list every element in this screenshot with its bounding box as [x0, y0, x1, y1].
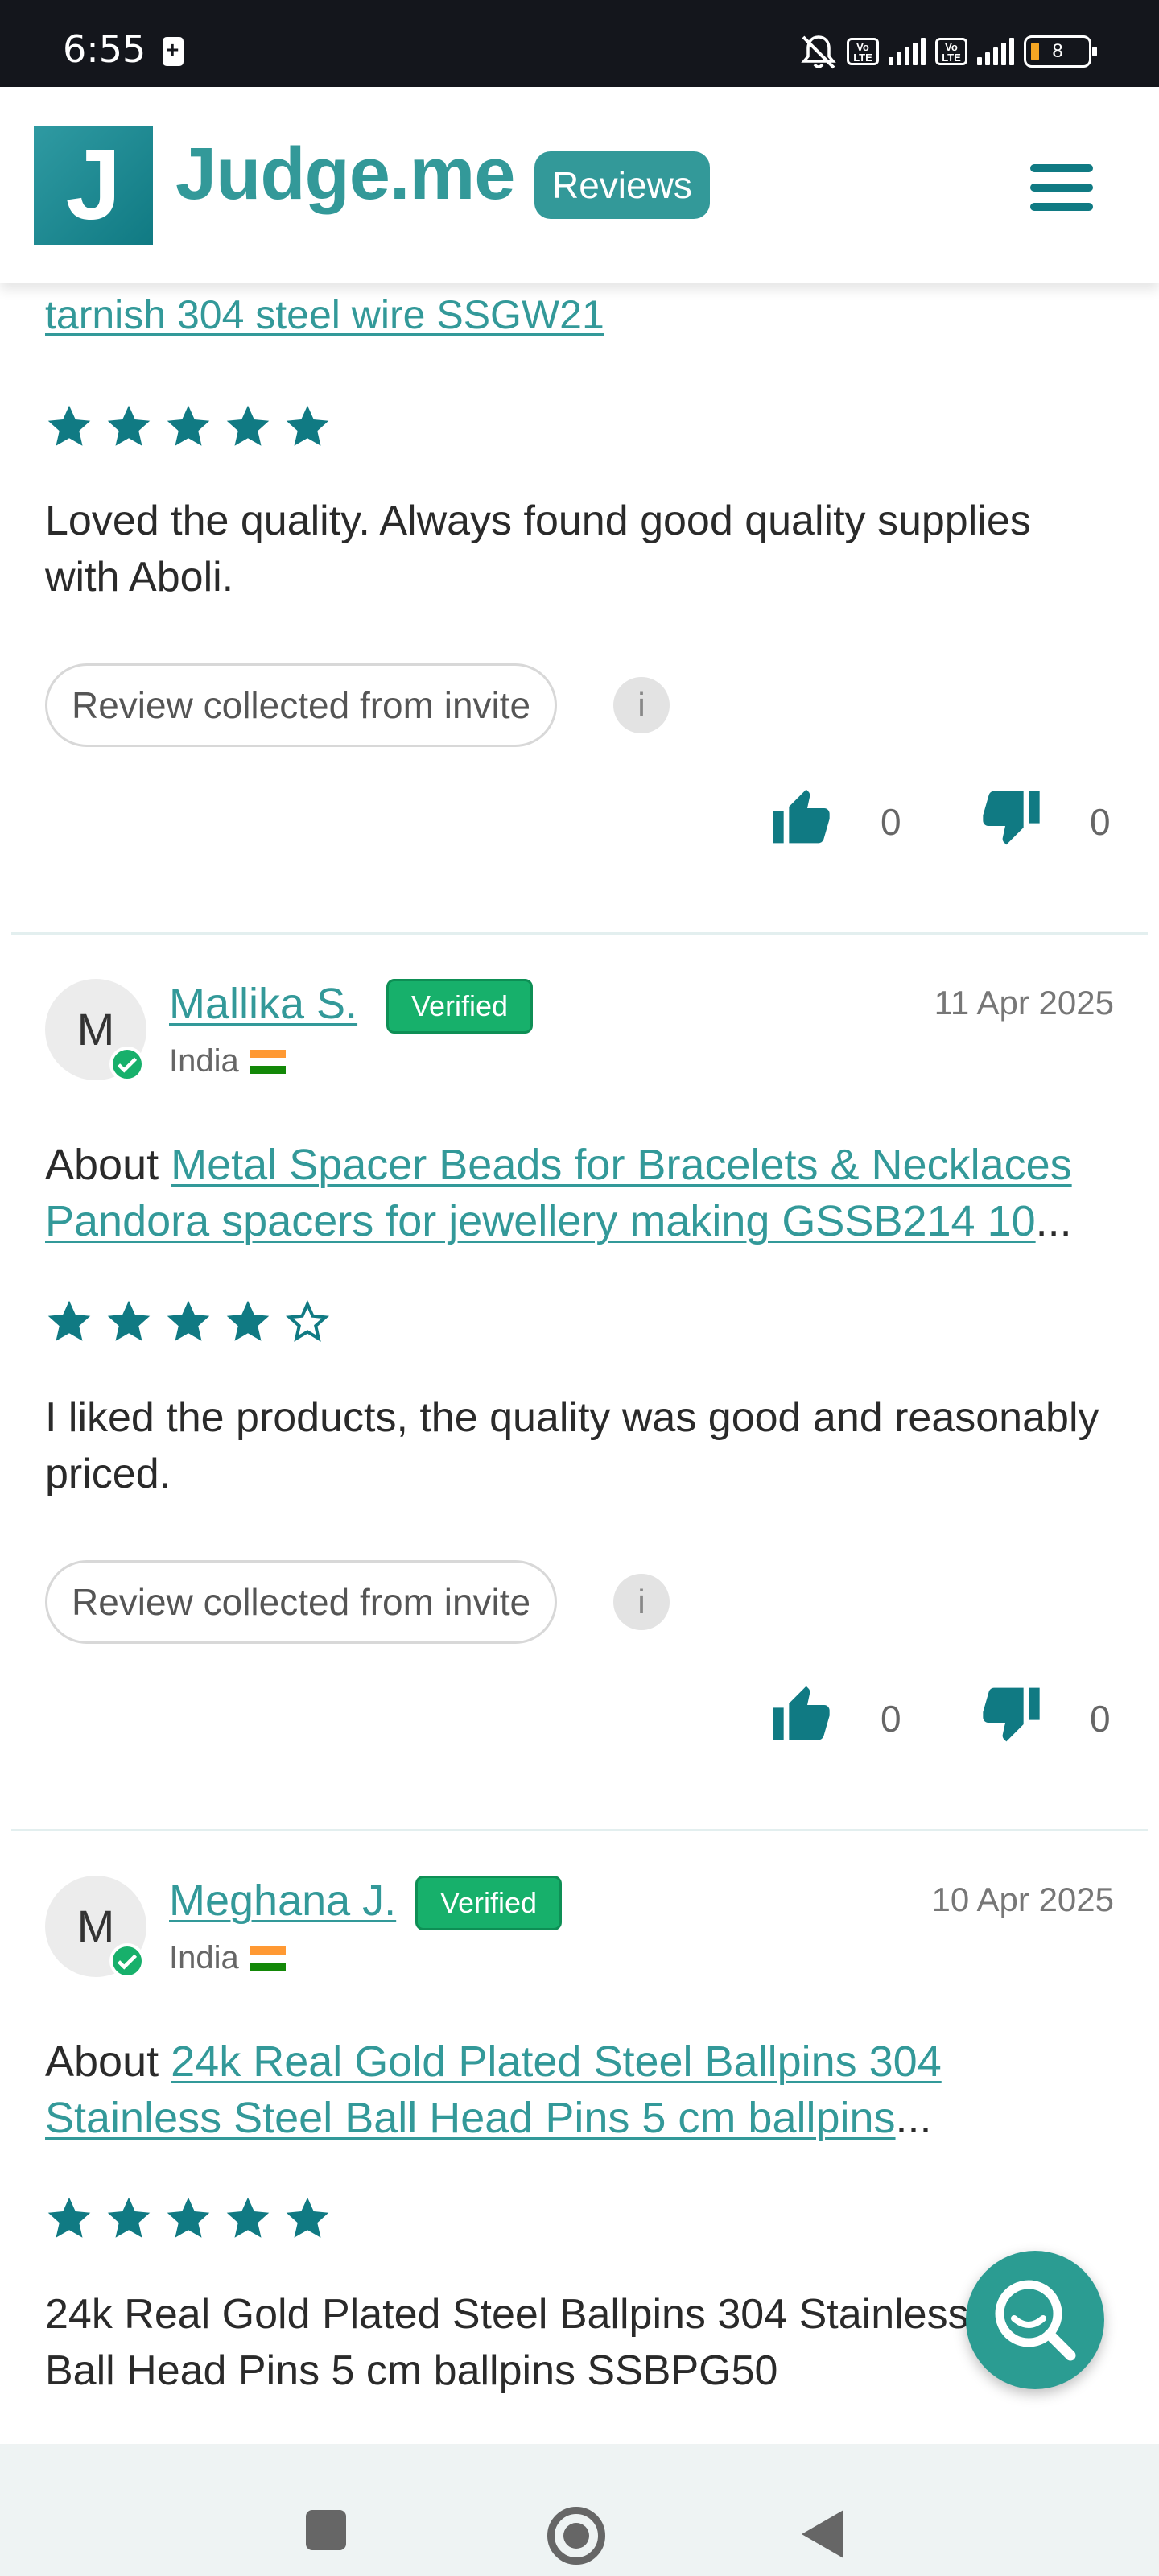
- reviewer-name[interactable]: Mallika S.: [169, 979, 357, 1029]
- thumbs-down-icon[interactable]: [975, 1682, 1045, 1747]
- signal-4g-icon: [889, 38, 926, 65]
- star-full-icon: [107, 405, 151, 446]
- verified-check-icon: [109, 1943, 145, 1979]
- back-triangle-icon[interactable]: [802, 2510, 843, 2558]
- star-rating: [45, 1298, 332, 1346]
- status-icons: Vo LTE Vo LTE 8: [800, 32, 1097, 71]
- status-time: 6:55: [63, 27, 146, 71]
- star-full-icon: [47, 1300, 91, 1341]
- star-full-icon: [47, 2197, 91, 2238]
- reviewer-country: India: [169, 1043, 286, 1080]
- verified-badge: Verified: [415, 1876, 563, 1930]
- reviewer-name[interactable]: Meghana J.: [169, 1876, 396, 1926]
- star-full-icon: [167, 1300, 210, 1341]
- thumbs-down-count: 0: [1090, 801, 1111, 843]
- review-divider: [11, 932, 1148, 935]
- mute-icon: [800, 35, 837, 69]
- site-header: J Judge.me Reviews: [0, 87, 1159, 283]
- review-product-about: About 24k Real Gold Plated Steel Ballpin…: [45, 2037, 942, 2142]
- hamburger-icon[interactable]: [1030, 164, 1093, 213]
- product-link[interactable]: 24k Real Gold Plated Steel Ballpins 304 …: [45, 2037, 942, 2142]
- search-icon: [995, 2280, 1076, 2361]
- reviewer-country: India: [169, 1940, 286, 1976]
- star-full-icon: [47, 405, 91, 446]
- star-full-icon: [286, 2197, 329, 2238]
- star-full-icon: [167, 2197, 210, 2238]
- star-empty-icon: [286, 1300, 329, 1342]
- india-flag-icon: [250, 1946, 286, 1971]
- star-rating: [45, 402, 332, 451]
- star-full-icon: [286, 405, 329, 446]
- battery-saver-icon: [163, 37, 184, 66]
- square-icon[interactable]: [306, 2510, 346, 2550]
- review-date: 11 Apr 2025: [934, 984, 1114, 1022]
- thumbs-down-count: 0: [1090, 1698, 1111, 1740]
- star-full-icon: [107, 1300, 151, 1341]
- review-body: 24k Real Gold Plated Steel Ballpins 304 …: [45, 2291, 1076, 2394]
- brand-name[interactable]: Judge.me: [175, 132, 515, 217]
- thumbs-up-icon[interactable]: [768, 784, 837, 848]
- search-fab-button[interactable]: [966, 2251, 1104, 2389]
- star-full-icon: [226, 405, 270, 446]
- volte-icon: Vo LTE: [935, 38, 967, 65]
- product-link[interactable]: tarnish 304 steel wire SSGW21: [45, 291, 604, 338]
- india-flag-icon: [250, 1049, 286, 1074]
- thumbs-up-icon[interactable]: [768, 1681, 837, 1745]
- volte-icon: Vo LTE: [847, 38, 879, 65]
- system-nav-bar: [0, 2444, 1159, 2576]
- home-circle-icon[interactable]: [547, 2507, 605, 2565]
- review-divider: [11, 1829, 1148, 1831]
- star-full-icon: [167, 405, 210, 446]
- verified-badge: Verified: [386, 979, 534, 1034]
- judgeme-logo[interactable]: J: [34, 126, 153, 245]
- status-bar: 6:55 VoLTE VoLTE 8: [0, 0, 1159, 87]
- battery-icon: 8: [1024, 35, 1097, 68]
- info-icon[interactable]: i: [613, 1574, 670, 1630]
- star-full-icon: [226, 2197, 270, 2238]
- reviews-badge: Reviews: [534, 151, 710, 219]
- signal-icon: [977, 38, 1014, 65]
- star-rating: [45, 2194, 332, 2243]
- info-icon[interactable]: i: [613, 677, 670, 733]
- star-full-icon: [226, 1300, 270, 1341]
- review-product-about: About Metal Spacer Beads for Bracelets &…: [45, 1141, 1072, 1245]
- review-body: Loved the quality. Always found good qua…: [45, 497, 1031, 601]
- thumbs-up-count: 0: [881, 801, 901, 843]
- review-body: I liked the products, the quality was go…: [45, 1394, 1099, 1497]
- review-source-pill: Review collected from invite: [45, 1560, 558, 1644]
- star-full-icon: [107, 2197, 151, 2238]
- product-link[interactable]: Metal Spacer Beads for Bracelets & Neckl…: [45, 1141, 1072, 1245]
- review-source-pill: Review collected from invite: [45, 663, 558, 747]
- thumbs-down-icon[interactable]: [975, 786, 1045, 850]
- verified-check-icon: [109, 1046, 145, 1082]
- review-date: 10 Apr 2025: [931, 1880, 1114, 1918]
- thumbs-up-count: 0: [881, 1698, 901, 1740]
